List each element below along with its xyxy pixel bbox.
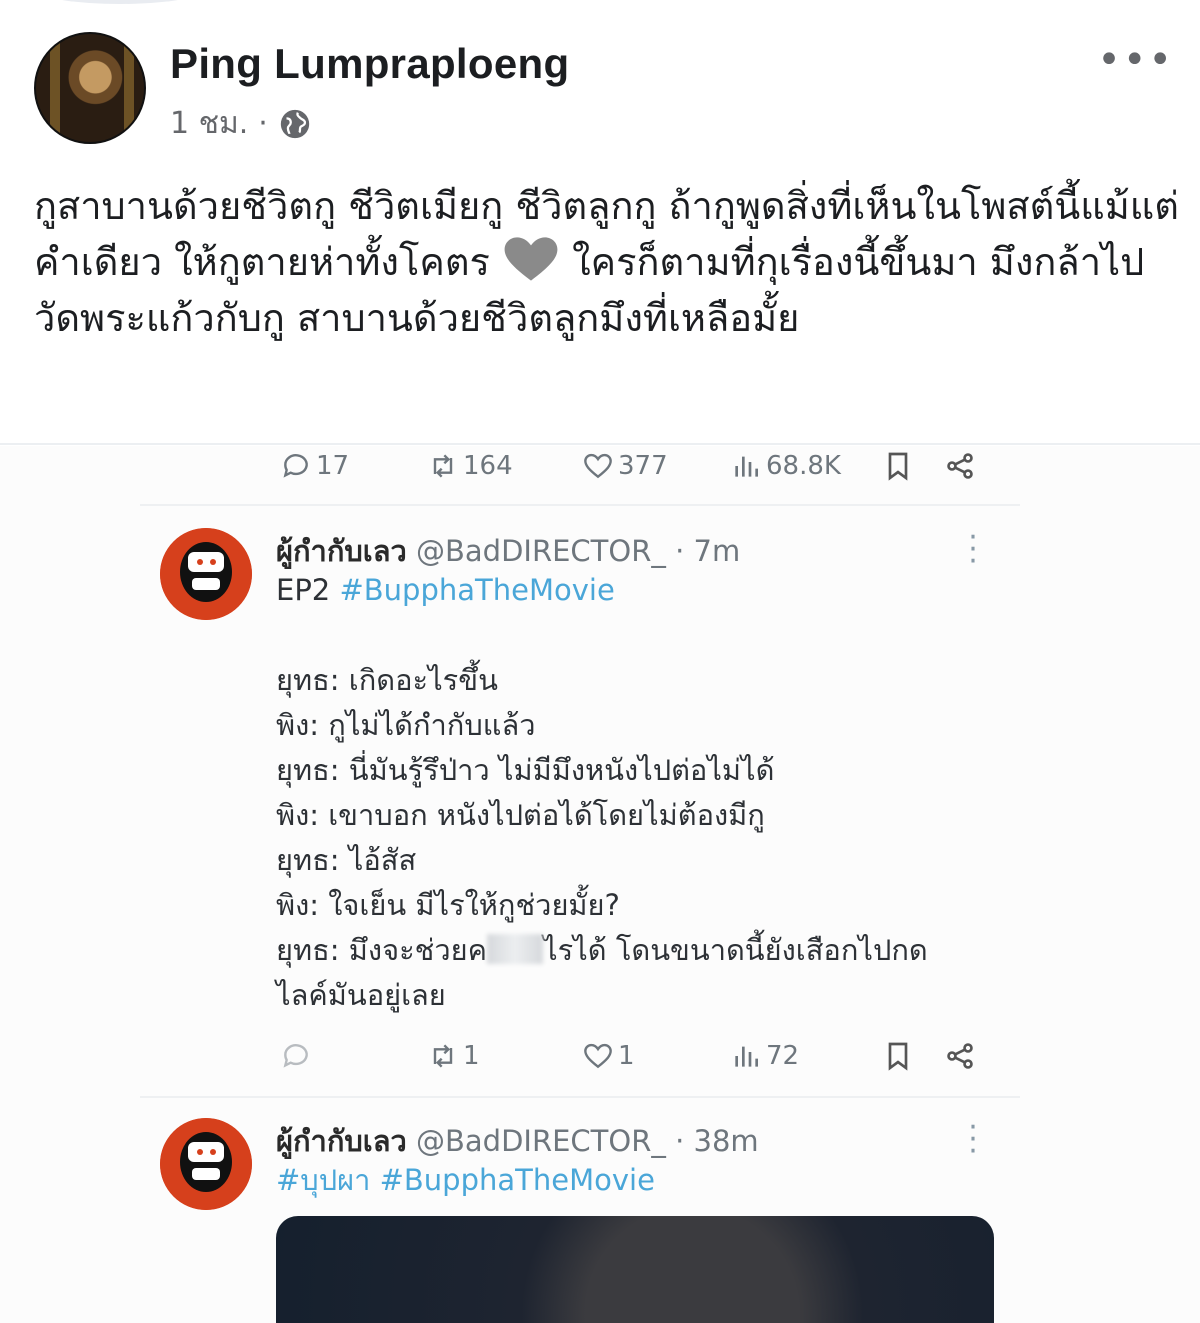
retweet-action[interactable]: 1 (427, 1040, 480, 1072)
post-header: Ping Lumpraploeng 1 ชม. · ••• (34, 32, 1174, 144)
share-action[interactable] (944, 1040, 976, 1072)
views-icon (735, 1046, 758, 1067)
author-avatar[interactable] (34, 32, 146, 144)
top-tweet-actions: 17 164 377 68.8K (272, 446, 992, 486)
reply-action[interactable]: 17 (280, 450, 349, 482)
dialogue-line: พิง: ใจเย็น มีไรให้กูช่วยมั้ย? (276, 888, 620, 922)
views-action[interactable]: 72 (730, 1040, 799, 1072)
share-action[interactable] (944, 450, 976, 482)
bookmark-action[interactable] (882, 1040, 914, 1072)
tweet-hashtags: #บุปผา #BupphaTheMovie (276, 1158, 655, 1203)
tweet-media-image[interactable] (276, 1216, 994, 1323)
dialogue-line: พิง: เขาบอก หนังไปต่อได้โดยไม่ต้องมีกู (276, 798, 765, 832)
bookmark-action[interactable] (882, 450, 914, 482)
hashtag-link[interactable]: #BupphaTheMovie (339, 573, 614, 607)
retweet-action[interactable]: 164 (427, 450, 513, 482)
display-name[interactable]: ผู้กำกับเลว (276, 1124, 407, 1158)
reply-icon (283, 1044, 308, 1068)
reply-count: 17 (316, 451, 350, 481)
views-action[interactable]: 68.8K (730, 450, 841, 482)
tweet-avatar[interactable] (160, 528, 252, 620)
last-line-end: ไรได้ โดนขนาดนี้ยังเสือกไปกด (543, 933, 928, 967)
dialogue-line: ยุทธ: นี่มันรู้รึป่าว ไม่มีมึงหนังไปต่อไ… (276, 753, 775, 787)
post-meta: 1 ชม. · (170, 100, 312, 147)
retweet-icon (433, 454, 453, 478)
share-icon (947, 453, 973, 479)
dialogue-line-last: ยุทธ: มึงจะช่วยค ไรได้ โดนขนาดนี้ยังเสือก… (276, 928, 928, 973)
reply-icon (283, 454, 308, 478)
tweet-separator (140, 504, 1020, 506)
dialogue-line: ยุทธ: เกิดอะไรขึ้น (276, 663, 498, 697)
post-time[interactable]: 1 ชม. (170, 100, 248, 147)
handle[interactable]: @BadDIRECTOR_ (416, 534, 666, 568)
like-count: 377 (618, 451, 668, 481)
tweet-screenshot: 17 164 377 68.8K ผู้กำกับเลว @BadDIRECTO… (0, 446, 1200, 1323)
bookmark-icon (888, 452, 908, 481)
globe-icon (280, 109, 310, 138)
views-icon (735, 456, 758, 477)
tweet-avatar[interactable] (160, 1118, 252, 1210)
retweet-count: 164 (463, 451, 513, 481)
tweet-ep2-actions: 1 1 72 (272, 1036, 992, 1076)
tweet-more-icon[interactable]: · · · (966, 1113, 980, 1167)
handle[interactable]: @BadDIRECTOR_ (416, 1124, 666, 1158)
reply-action[interactable] (280, 1040, 316, 1072)
last-line-start: ยุทธ: มึงจะช่วยค (276, 933, 488, 967)
heart-outline-icon (584, 1043, 612, 1069)
bookmark-icon (888, 1042, 908, 1071)
like-action[interactable]: 377 (582, 450, 668, 482)
mask-logo-icon (160, 528, 252, 620)
dialogue-line: พิง: กูไม่ได้กำกับแล้ว (276, 708, 536, 742)
tweet-ep2: ผู้กำกับเลว @BadDIRECTOR_ · 7m · · · EP2 #… (160, 523, 1020, 1088)
grey-heart-icon (504, 237, 558, 281)
views-count: 68.8K (766, 451, 841, 481)
retweet-icon (433, 1044, 453, 1068)
tweet-first-line: EP2 #BupphaTheMovie (276, 568, 615, 613)
dialogue-line-wrap: ไลค์มันอยู่เลย (276, 978, 446, 1012)
dialogue-line: ยุทธ: ไอ้สัส (276, 843, 417, 877)
like-count: 1 (618, 1041, 635, 1071)
like-action[interactable]: 1 (582, 1040, 635, 1072)
display-name[interactable]: ผู้กำกับเลว (276, 534, 407, 568)
tweet-more-icon[interactable]: · · · (966, 523, 980, 577)
tweet-dialogue: ยุทธ: เกิดอะไรขึ้น พิง: กูไม่ได้กำกับแล้… (276, 658, 928, 1018)
censor-blur (487, 934, 544, 964)
views-count: 72 (766, 1041, 800, 1071)
tweet-time[interactable]: 38m (694, 1124, 759, 1158)
top-scroll-edge (40, 0, 200, 4)
share-icon (947, 1043, 973, 1069)
tweet-time[interactable]: 7m (694, 534, 741, 568)
author-name[interactable]: Ping Lumpraploeng (170, 40, 569, 88)
more-options-icon[interactable]: ••• (1097, 40, 1174, 80)
ep-label: EP2 (276, 573, 331, 607)
post-text: กูสาบานด้วยชีวิตกู ชีวิตเมียกู ชีวิตลูกก… (34, 178, 1184, 346)
retweet-count: 1 (463, 1041, 480, 1071)
hashtag-link[interactable]: #บุปผา #BupphaTheMovie (276, 1163, 655, 1197)
section-divider (0, 443, 1200, 445)
mask-logo-icon (160, 1118, 252, 1210)
tweet-separator (140, 1096, 1020, 1098)
heart-outline-icon (584, 453, 612, 479)
meta-separator: · (258, 106, 268, 141)
